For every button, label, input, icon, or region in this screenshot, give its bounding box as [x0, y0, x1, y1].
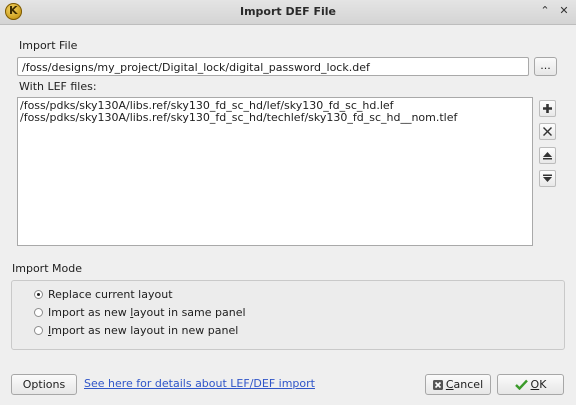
cancel-icon: [432, 380, 443, 390]
move-up-button[interactable]: [539, 147, 556, 164]
add-lef-button[interactable]: [539, 100, 556, 117]
remove-icon: [543, 127, 552, 136]
import-mode-label: Import Mode: [12, 262, 82, 275]
options-button[interactable]: Options: [11, 374, 77, 395]
import-file-label: Import File: [19, 39, 78, 52]
move-down-icon: [543, 174, 552, 182]
import-mode-group: Replace current layout Import as new lay…: [11, 280, 565, 350]
move-down-button[interactable]: [539, 170, 556, 187]
radio-label: Import as new layout in same panel: [48, 306, 246, 319]
import-file-input[interactable]: /foss/designs/my_project/Digital_lock/di…: [17, 57, 529, 76]
import-def-dialog: K Import DEF File ⌃ ✕ Import File /foss/…: [0, 0, 576, 405]
radio-label: Import as new layout in new panel: [48, 324, 239, 337]
shade-chevron-up-icon[interactable]: ⌃: [538, 4, 552, 18]
browse-button[interactable]: ...: [534, 57, 557, 76]
lef-file-list[interactable]: /foss/pdks/sky130A/libs.ref/sky130_fd_sc…: [17, 97, 533, 246]
checkmark-icon: [514, 379, 528, 390]
radio-button[interactable]: [34, 326, 43, 335]
move-up-icon: [543, 152, 552, 160]
radio-label: Replace current layout: [48, 288, 173, 301]
cancel-button[interactable]: Cancel: [425, 374, 491, 395]
remove-lef-button[interactable]: [539, 123, 556, 140]
add-icon: [543, 104, 552, 113]
title-bar[interactable]: K Import DEF File ⌃ ✕: [0, 0, 576, 25]
close-icon[interactable]: ✕: [557, 4, 571, 18]
radio-button[interactable]: [34, 308, 43, 317]
window-title: Import DEF File: [239, 5, 336, 18]
ok-button[interactable]: OK: [497, 374, 564, 395]
lef-files-label: With LEF files:: [19, 80, 97, 93]
list-item[interactable]: /foss/pdks/sky130A/libs.ref/sky130_fd_sc…: [18, 112, 532, 124]
lef-def-help-link[interactable]: See here for details about LEF/DEF impor…: [84, 377, 315, 390]
radio-button-checked[interactable]: [34, 290, 43, 299]
